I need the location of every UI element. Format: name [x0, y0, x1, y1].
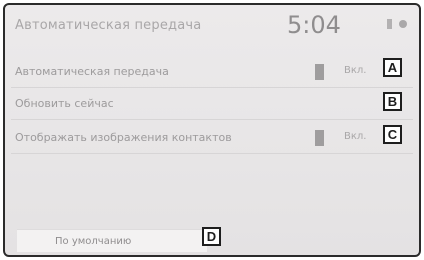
screen-frame: Автоматическая передача 5:04 Автоматичес… [3, 3, 421, 257]
toggle-state: Вкл. [344, 131, 367, 142]
clock: 5:04 [287, 11, 341, 39]
default-button[interactable]: По умолчанию [17, 229, 207, 252]
toggle-indicator[interactable] [315, 64, 324, 80]
signal-icon [387, 19, 392, 29]
header-bar: Автоматическая передача 5:04 [5, 5, 419, 49]
setting-row-auto-transfer[interactable]: Автоматическая передача Вкл. [11, 57, 413, 88]
setting-label: Обновить сейчас [15, 97, 114, 110]
gear-icon [399, 20, 407, 28]
setting-label: Отображать изображения контактов [15, 131, 232, 144]
toggle-indicator[interactable] [315, 130, 324, 146]
toggle-state: Вкл. [344, 65, 367, 76]
callout-d: D [202, 227, 221, 246]
callout-c: C [383, 125, 402, 144]
callout-b: B [383, 92, 402, 111]
default-button-label: По умолчанию [55, 236, 132, 247]
setting-row-update-now[interactable]: Обновить сейчас [11, 89, 413, 120]
status-icons [387, 19, 407, 29]
screen-title: Автоматическая передача [15, 18, 202, 33]
setting-row-show-contact-images[interactable]: Отображать изображения контактов Вкл. [11, 123, 413, 154]
callout-a: A [383, 58, 402, 77]
setting-label: Автоматическая передача [15, 65, 169, 78]
